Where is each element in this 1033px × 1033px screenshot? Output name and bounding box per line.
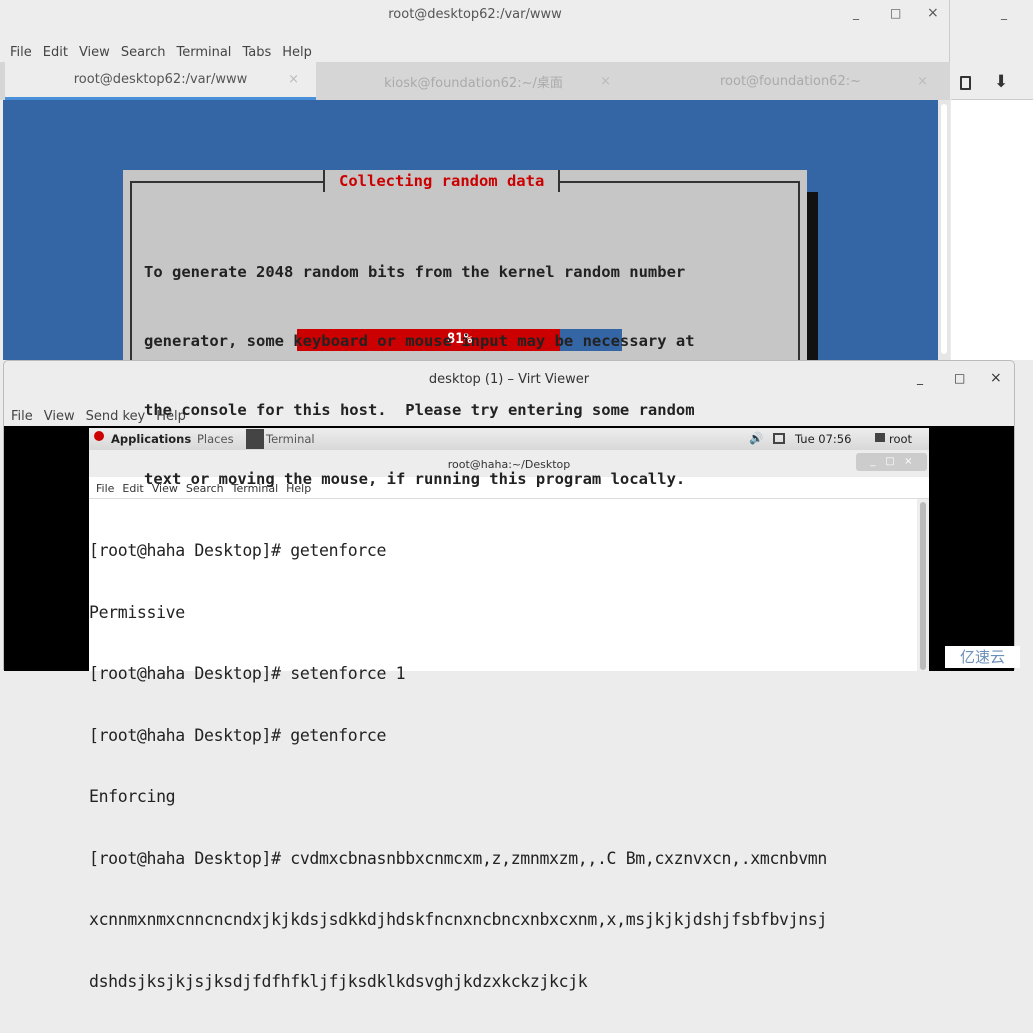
tab-label: root@foundation62:~: [719, 73, 861, 89]
dialog-line: the console for this host. Please try en…: [144, 401, 695, 419]
terminal-line: [root@haha Desktop]# getenforce: [89, 541, 387, 560]
menu-view[interactable]: View: [44, 409, 75, 424]
tab-active[interactable]: root@desktop62:/var/www ×: [5, 62, 316, 100]
tab-label: kiosk@foundation62:~/桌面: [384, 75, 563, 91]
menu-view[interactable]: View: [79, 45, 110, 60]
random-data-dialog: To generate 2048 random bits from the ke…: [123, 170, 807, 488]
menu-search[interactable]: Search: [121, 45, 166, 60]
tab-kiosk[interactable]: kiosk@foundation62:~/桌面 ×: [316, 62, 631, 100]
minimize-button[interactable]: _: [853, 6, 859, 20]
menu-file[interactable]: File: [96, 482, 114, 495]
terminal-line: [root@haha Desktop]# getenforce: [89, 725, 387, 745]
terminal-line: Permissive: [89, 602, 185, 622]
tab-close-icon[interactable]: ×: [600, 74, 611, 89]
menu-terminal[interactable]: Terminal: [176, 45, 231, 60]
side-window: _ ⬇: [951, 0, 1033, 360]
tab-close-icon[interactable]: ×: [917, 74, 928, 89]
dialog-shadow: [807, 192, 818, 360]
guest-scrollbar[interactable]: [917, 499, 929, 671]
menu-send-key[interactable]: Send key: [86, 409, 146, 424]
network-icon[interactable]: [773, 433, 785, 444]
watermark-logo: 亿速云: [945, 646, 1020, 668]
dialog-message: To generate 2048 random bits from the ke…: [144, 215, 695, 537]
terminal-line: dshdsjksjkjsjksdjfdfhfkljfjksdklkdsvghjk…: [89, 971, 588, 991]
guest-window-controls[interactable]: _ □ ×: [856, 453, 927, 471]
guest-terminal-output[interactable]: [root@haha Desktop]# getenforce Permissi…: [89, 500, 917, 1033]
tab-label: root@desktop62:/var/www: [73, 72, 248, 87]
menu-help[interactable]: Help: [282, 45, 312, 60]
back-terminal-window: root@desktop62:/var/www _ □ × File Edit Vi…: [0, 0, 950, 488]
terminal-line: Enforcing: [89, 787, 176, 806]
terminal-line: [root@haha Desktop]# cvdmxcbnasnbbxcnmcx…: [89, 848, 827, 868]
menu-file[interactable]: File: [10, 45, 32, 60]
scrollbar[interactable]: [938, 100, 950, 360]
minimize-button[interactable]: _: [1001, 6, 1007, 20]
close-button[interactable]: ×: [990, 370, 1002, 386]
tab-close-icon[interactable]: ×: [288, 72, 299, 87]
window-title: root@desktop62:/var/www: [388, 7, 562, 22]
terminal-line: [root@haha Desktop]# setenforce 1: [89, 664, 406, 683]
dialog-frame: To generate 2048 random bits from the ke…: [130, 181, 800, 488]
close-button[interactable]: ×: [927, 5, 939, 21]
dialog-line: generator, some keyboard or mouse input …: [144, 332, 695, 350]
minimize-button[interactable]: _: [917, 371, 923, 385]
menu-edit[interactable]: Edit: [43, 45, 68, 60]
maximize-button[interactable]: □: [954, 371, 965, 385]
tab-root-foundation[interactable]: root@foundation62:~ ×: [631, 62, 950, 100]
terminal-line: xcnnmxnmxcnncncndxjkjkdsjsdkkdjhdskfncnx…: [89, 910, 827, 929]
dialog-line: text or moving the mouse, if running thi…: [144, 470, 686, 488]
menu-file[interactable]: File: [11, 409, 33, 424]
volume-icon[interactable]: 🔊: [749, 431, 763, 445]
menu-edit[interactable]: Edit: [122, 482, 143, 495]
user-menu[interactable]: root: [889, 432, 912, 446]
redhat-icon: [94, 431, 104, 441]
menu-tabs[interactable]: Tabs: [242, 45, 271, 60]
clock[interactable]: Tue 07:56: [795, 432, 851, 446]
maximize-button[interactable]: □: [890, 6, 901, 20]
menu-bar: File Edit View Search Terminal Tabs Help: [10, 41, 323, 60]
clipboard-icon[interactable]: [960, 76, 971, 90]
dialog-line: To generate 2048 random bits from the ke…: [144, 263, 686, 281]
download-arrow-icon[interactable]: ⬇: [994, 72, 1008, 92]
dialog-title: Collecting random data: [323, 170, 561, 192]
user-icon: [875, 433, 885, 442]
